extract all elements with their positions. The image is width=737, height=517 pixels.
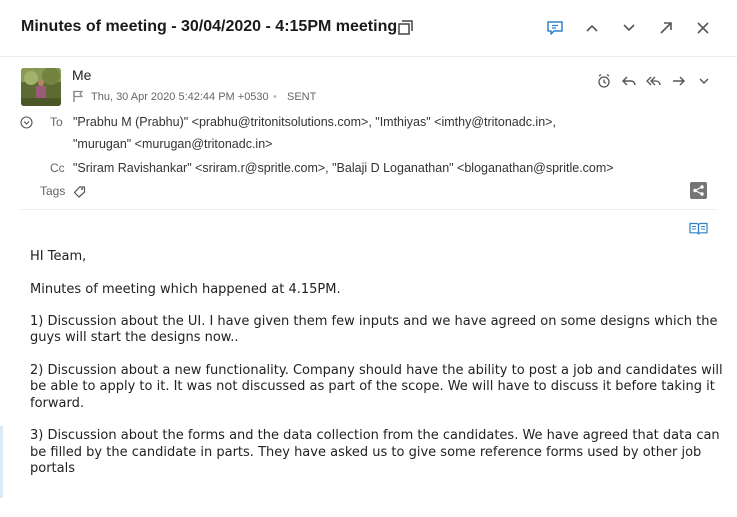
- mail-header: Minutes of meeting - 30/04/2020 - 4:15PM…: [0, 0, 737, 57]
- scroll-indicator[interactable]: [0, 426, 3, 498]
- greeting: HI Team,: [30, 249, 87, 264]
- to-recipients-line1[interactable]: "Prabhu M (Prabhu)" <prabhu@tritonitsolu…: [73, 115, 556, 129]
- sent-date: Thu, 30 Apr 2020 5:42:44 PM +0530: [91, 91, 269, 103]
- reminder-icon[interactable]: [595, 72, 613, 90]
- avatar: [21, 68, 61, 106]
- reading-view-icon[interactable]: [689, 221, 708, 236]
- popout-icon[interactable]: [656, 18, 676, 38]
- mail-subject: Minutes of meeting - 30/04/2020 - 4:15PM…: [21, 18, 398, 35]
- status-label: SENT: [287, 91, 317, 103]
- forward-icon[interactable]: [670, 72, 688, 90]
- minutes-point-1: 1) Discussion about the UI. I have given…: [30, 314, 718, 346]
- minutes-point-3: 3) Discussion about the forms and the da…: [30, 428, 720, 476]
- cc-recipients[interactable]: "Sriram Ravishankar" <sriram.r@spritle.c…: [73, 161, 614, 175]
- next-message-icon[interactable]: [619, 18, 639, 38]
- flag-icon[interactable]: [72, 90, 84, 102]
- tags-label: Tags: [40, 184, 66, 198]
- reply-icon[interactable]: [620, 72, 638, 90]
- separator-dot: •: [273, 91, 277, 103]
- to-recipients-line2[interactable]: "murugan" <murugan@tritonadc.in>: [73, 137, 272, 151]
- to-label: To: [50, 115, 63, 129]
- minutes-point-2: 2) Discussion about a new functionality.…: [30, 363, 723, 411]
- reply-all-icon[interactable]: [645, 72, 663, 90]
- more-options-icon[interactable]: [695, 72, 713, 90]
- share-icon[interactable]: [690, 182, 707, 199]
- previous-message-icon[interactable]: [582, 18, 602, 38]
- intro-line: Minutes of meeting which happened at 4.1…: [30, 281, 341, 297]
- close-icon[interactable]: [693, 18, 713, 38]
- header-divider: [21, 209, 716, 210]
- message-body: HI Team, Minutes of meeting which happen…: [30, 249, 730, 493]
- cc-label: Cc: [50, 161, 65, 175]
- sender-name[interactable]: Me: [72, 67, 91, 83]
- open-in-window-icon[interactable]: [397, 19, 415, 37]
- tag-icon[interactable]: [73, 185, 86, 198]
- quick-reply-icon[interactable]: [545, 18, 565, 38]
- expand-details-icon[interactable]: [20, 116, 33, 129]
